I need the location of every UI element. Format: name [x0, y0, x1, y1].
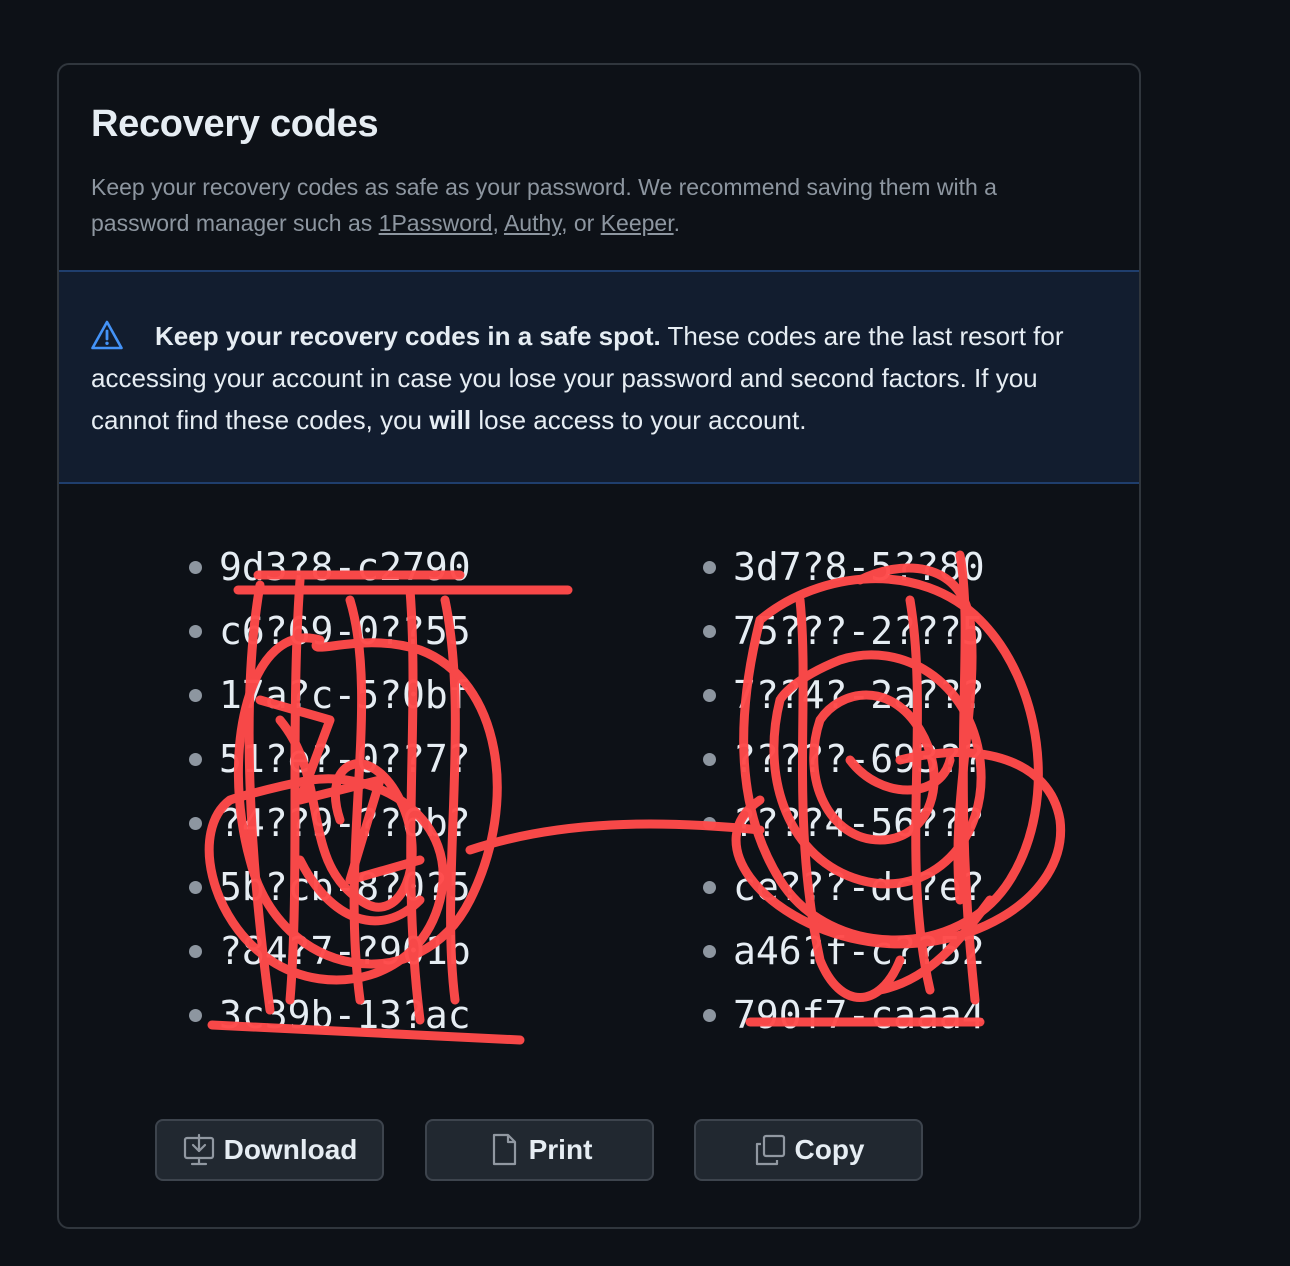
download-label: Download [223, 1134, 358, 1165]
bullet-icon [189, 753, 202, 766]
code-item: 51?e?-0??7? [189, 727, 471, 791]
bullet-icon [703, 753, 716, 766]
copy-label: Copy [794, 1134, 865, 1165]
code-item: a46?f-c??52 [703, 919, 985, 983]
print-label: Print [528, 1134, 593, 1165]
code-value: 5b?cb-8?0?5 [219, 865, 471, 909]
bullet-icon [189, 945, 202, 958]
code-item: ?????-693?? [703, 727, 985, 791]
codes-column-left: 9d3?8-c2790 c6?69-0??55 17a?c-5?0bf 51?e… [189, 535, 471, 1047]
bullet-icon [703, 1009, 716, 1022]
bullet-icon [703, 689, 716, 702]
code-value: 51?e?-0??7? [219, 737, 471, 781]
code-item: ?4??9-??6b? [189, 791, 471, 855]
code-item: 790f7-caaa4 [703, 983, 985, 1047]
warning-bold-will: will [429, 405, 472, 435]
code-value: 3c39b-13?ac [219, 993, 471, 1037]
codes-column-right: 3d7?8-5??80 75???-2???5 7??4?-2a??? ????… [703, 535, 985, 1047]
file-icon [492, 1133, 516, 1166]
description: Keep your recovery codes as safe as your… [91, 169, 1101, 241]
recovery-codes-panel: Recovery codes Keep your recovery codes … [57, 63, 1141, 1229]
code-item: 9d3?8-c2790 [189, 535, 471, 599]
code-value: 790f7-caaa4 [733, 993, 985, 1037]
code-value: 3d7?8-5??80 [733, 545, 985, 589]
warning-body-b: lose access to your account. [471, 405, 807, 435]
warning-bold-lead: Keep your recovery codes in a safe spot. [155, 321, 661, 351]
bullet-icon [703, 561, 716, 574]
bullet-icon [703, 881, 716, 894]
description-suffix: . [673, 210, 680, 236]
code-value: ?84?7-?901b [219, 929, 471, 973]
bullet-icon [189, 881, 202, 894]
bullet-icon [703, 817, 716, 830]
print-button[interactable]: Print [425, 1119, 654, 1181]
bullet-icon [189, 689, 202, 702]
code-item: 3c39b-13?ac [189, 983, 471, 1047]
panel-header: Recovery codes Keep your recovery codes … [59, 65, 1139, 270]
separator-1: , [492, 210, 504, 236]
page-title: Recovery codes [91, 103, 379, 145]
code-item: ????4-56??? [703, 791, 985, 855]
code-value: c6?69-0??55 [219, 609, 471, 653]
bullet-icon [189, 817, 202, 830]
link-keeper[interactable]: Keeper [601, 210, 674, 236]
download-button[interactable]: Download [155, 1119, 384, 1181]
bullet-icon [189, 1009, 202, 1022]
link-authy[interactable]: Authy [504, 210, 561, 236]
code-item: 5b?cb-8?0?5 [189, 855, 471, 919]
warning-text: Keep your recovery codes in a safe spot.… [91, 315, 1121, 441]
code-value: ?4??9-??6b? [219, 801, 471, 845]
code-item: ce???-dc?e? [703, 855, 985, 919]
warning-flash: Keep your recovery codes in a safe spot.… [59, 270, 1139, 484]
code-item: 75???-2???5 [703, 599, 985, 663]
code-item: 3d7?8-5??80 [703, 535, 985, 599]
code-value: a46?f-c??52 [733, 929, 985, 973]
bullet-icon [703, 945, 716, 958]
code-item: ?84?7-?901b [189, 919, 471, 983]
code-value: ce???-dc?e? [733, 865, 985, 909]
code-value: 17a?c-5?0bf [219, 673, 471, 717]
code-value: 75???-2???5 [733, 609, 985, 653]
separator-2: , or [561, 210, 601, 236]
code-value: ????4-56??? [733, 801, 985, 845]
copy-button[interactable]: Copy [694, 1119, 923, 1181]
code-value: 7??4?-2a??? [733, 673, 985, 717]
bullet-icon [189, 625, 202, 638]
bullet-icon [189, 561, 202, 574]
link-1password[interactable]: 1Password [379, 210, 493, 236]
code-value: ?????-693?? [733, 737, 985, 781]
download-icon [183, 1133, 214, 1166]
recovery-codes-list: 9d3?8-c2790 c6?69-0??55 17a?c-5?0bf 51?e… [59, 535, 1139, 1055]
code-item: c6?69-0??55 [189, 599, 471, 663]
code-item: 7??4?-2a??? [703, 663, 985, 727]
code-value: 9d3?8-c2790 [219, 545, 471, 589]
code-item: 17a?c-5?0bf [189, 663, 471, 727]
bullet-icon [703, 625, 716, 638]
copy-icon [755, 1134, 785, 1166]
